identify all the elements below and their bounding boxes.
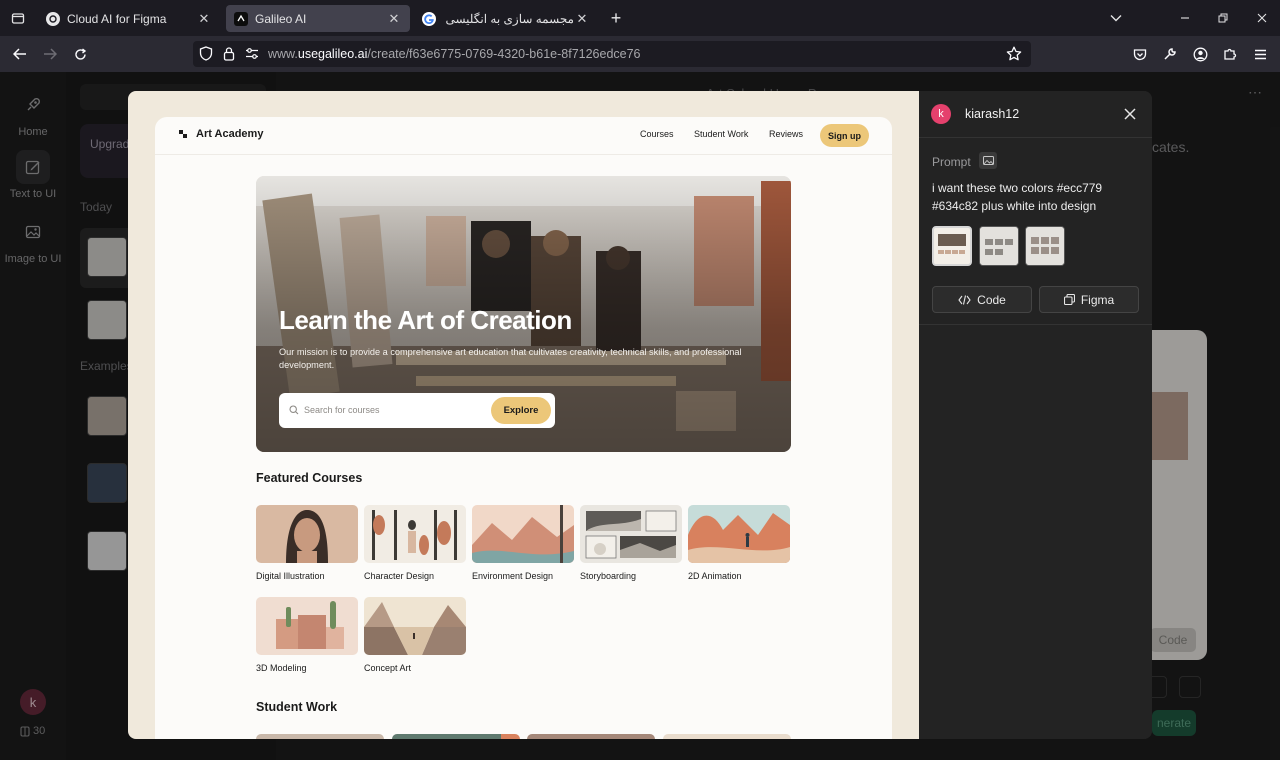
- back-icon[interactable]: [8, 43, 32, 65]
- extensions-icon[interactable]: [1218, 43, 1242, 65]
- variant-thumbnail[interactable]: [1025, 226, 1065, 266]
- image-icon[interactable]: [979, 152, 997, 169]
- code-button-label: Code: [977, 292, 1006, 307]
- course-card[interactable]: Environment Design: [472, 505, 574, 581]
- hero-description: Our mission is to provide a comprehensiv…: [279, 347, 742, 370]
- prompt-label: Prompt: [932, 155, 971, 169]
- course-image: [688, 505, 790, 563]
- page-header: Art Academy Courses Student Work Reviews…: [155, 117, 892, 155]
- code-icon: [958, 294, 971, 305]
- prompt-text: i want these two colors #ecc779 #634c82 …: [932, 181, 1103, 213]
- variant-thumbnail[interactable]: [979, 226, 1019, 266]
- menu-icon[interactable]: [1248, 43, 1272, 65]
- tab-google-search[interactable]: مجسمه سازی به انگلیسی - earch ✕: [414, 5, 598, 32]
- close-window-icon[interactable]: [1252, 8, 1272, 28]
- close-tab-icon[interactable]: ✕: [386, 11, 402, 27]
- avatar[interactable]: k: [931, 104, 951, 124]
- google-icon: [422, 11, 436, 26]
- course-label: Storyboarding: [580, 571, 637, 581]
- course-image: [472, 505, 574, 563]
- pocket-icon[interactable]: [1128, 43, 1152, 65]
- tab-title: مجسمه سازی به انگلیسی - earch: [443, 11, 574, 26]
- url-path: /create/f63e6775-0769-4320-b61e-8f7126ed…: [367, 47, 641, 61]
- minimize-icon[interactable]: [1175, 8, 1195, 28]
- detail-panel: k kiarash12 Prompt i want these two colo…: [919, 91, 1152, 739]
- lock-icon[interactable]: [223, 46, 235, 61]
- figma-button[interactable]: Figma: [1039, 286, 1139, 313]
- tab-overview-icon[interactable]: [6, 6, 30, 30]
- wrench-icon[interactable]: [1158, 43, 1182, 65]
- tab-title: Cloud AI for Figma: [67, 11, 167, 26]
- url-prefix: www.: [268, 47, 298, 61]
- student-work-title: Student Work: [256, 700, 338, 714]
- forward-icon[interactable]: [38, 43, 62, 65]
- reload-icon[interactable]: [68, 43, 92, 65]
- code-button[interactable]: Code: [932, 286, 1032, 313]
- nav-reviews[interactable]: Reviews: [769, 129, 803, 139]
- course-image: [364, 505, 466, 563]
- list-all-tabs-icon[interactable]: [1106, 8, 1126, 28]
- student-work-card[interactable]: [392, 734, 520, 739]
- url-domain: usegalileo.ai: [297, 47, 368, 61]
- course-label: 2D Animation: [688, 571, 742, 581]
- copy-icon: [1063, 294, 1075, 305]
- restore-icon[interactable]: [1213, 8, 1233, 28]
- close-icon[interactable]: [1121, 105, 1139, 123]
- url-text[interactable]: www.usegalileo.ai/create/f63e6775-0769-4…: [268, 47, 641, 61]
- student-work-card[interactable]: [256, 734, 384, 739]
- course-image: [580, 505, 682, 563]
- close-tab-icon[interactable]: ✕: [574, 11, 590, 27]
- tab-galileo[interactable]: Galileo AI ✕: [226, 5, 410, 32]
- close-tab-icon[interactable]: ✕: [196, 11, 212, 27]
- course-card[interactable]: 3D Modeling: [256, 597, 358, 673]
- course-card[interactable]: 2D Animation: [688, 505, 790, 581]
- brand-logo: Art Academy: [178, 128, 263, 140]
- course-card[interactable]: Storyboarding: [580, 505, 682, 581]
- divider: [919, 137, 1152, 138]
- search-placeholder: Search for courses: [304, 405, 380, 415]
- new-tab-icon[interactable]: +: [606, 8, 626, 28]
- brand-mark-icon: [179, 130, 187, 138]
- tracking-protection-icon[interactable]: [199, 46, 213, 61]
- hero-section: Learn the Art of Creation Our mission is…: [256, 176, 791, 452]
- username[interactable]: kiarash12: [965, 107, 1019, 121]
- tab-title: Galileo AI: [255, 11, 307, 26]
- course-label: 3D Modeling: [256, 663, 307, 673]
- tab-cloud-ai[interactable]: Cloud AI for Figma ✕: [38, 5, 220, 32]
- variant-thumbnail[interactable]: [932, 226, 972, 266]
- explore-button[interactable]: Explore: [491, 397, 551, 424]
- course-card[interactable]: Concept Art: [364, 597, 466, 673]
- permissions-icon[interactable]: [245, 47, 259, 60]
- nav-courses[interactable]: Courses: [640, 129, 674, 139]
- student-work-card[interactable]: [527, 734, 655, 739]
- design-preview: Art Academy Courses Student Work Reviews…: [128, 91, 919, 739]
- course-card[interactable]: Digital Illustration: [256, 505, 358, 581]
- brand-name: Art Academy: [196, 128, 264, 140]
- account-icon[interactable]: [1188, 43, 1212, 65]
- galileo-icon: [234, 11, 248, 26]
- generated-page: Art Academy Courses Student Work Reviews…: [155, 117, 892, 739]
- design-preview-modal: Art Academy Courses Student Work Reviews…: [128, 91, 1152, 739]
- course-label: Character Design: [364, 571, 435, 581]
- nav-student-work[interactable]: Student Work: [694, 129, 748, 139]
- course-label: Digital Illustration: [256, 571, 325, 581]
- course-search-input[interactable]: Search for courses Explore: [279, 393, 555, 428]
- course-image: [256, 597, 358, 655]
- bookmark-star-icon[interactable]: [1006, 46, 1022, 61]
- course-label: Environment Design: [472, 571, 554, 581]
- course-image: [364, 597, 466, 655]
- course-label: Concept Art: [364, 663, 412, 673]
- browser-tab-bar: Cloud AI for Figma ✕ Galileo AI ✕ مجسمه …: [0, 0, 1280, 36]
- course-card[interactable]: Character Design: [364, 505, 466, 581]
- divider: [919, 324, 1152, 325]
- hero-title: Learn the Art of Creation: [279, 305, 572, 335]
- course-image: [256, 505, 358, 563]
- figma-button-label: Figma: [1080, 292, 1115, 307]
- signup-button[interactable]: Sign up: [820, 124, 869, 147]
- openai-icon: [46, 11, 60, 26]
- search-icon: [289, 405, 299, 415]
- student-work-card[interactable]: [663, 734, 791, 739]
- featured-courses-title: Featured Courses: [256, 471, 363, 485]
